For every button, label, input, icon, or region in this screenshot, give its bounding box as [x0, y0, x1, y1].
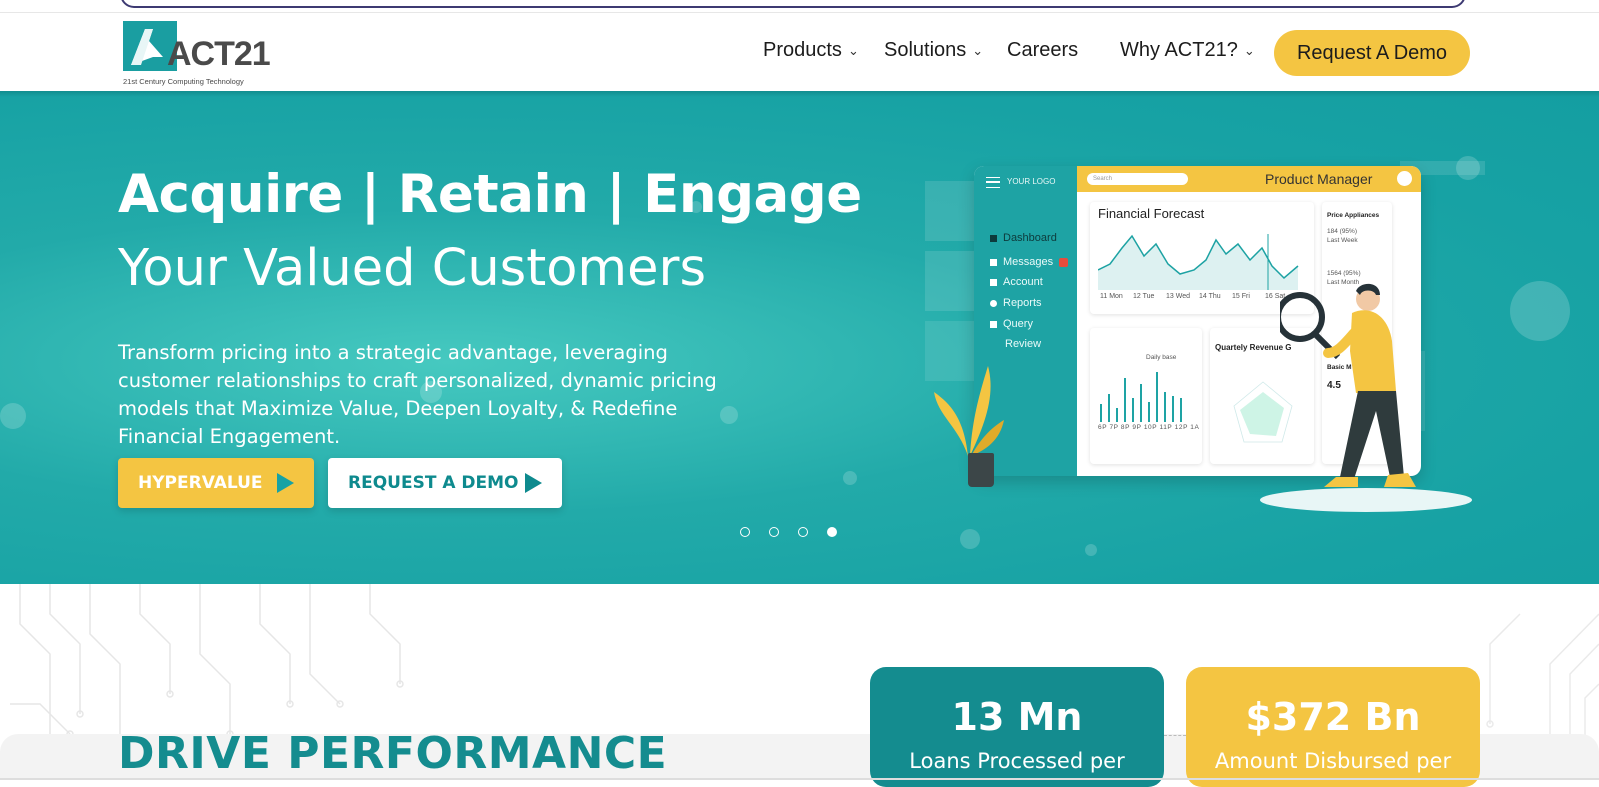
user-icon [990, 278, 997, 286]
price-row: 1564 (95%) [1327, 270, 1361, 277]
decor-bubble [0, 403, 26, 429]
decor-bubble [843, 471, 857, 485]
hero-top-shadow [0, 91, 1599, 97]
forecast-day: 11 Mon [1100, 293, 1123, 300]
nav-why-act21-label: Why ACT21? [1120, 39, 1238, 61]
nav-solutions[interactable]: Solutions ⌄ [884, 39, 983, 62]
person-magnifier-illustration [1280, 283, 1416, 487]
hero-subtitle: Your Valued Customers [118, 239, 707, 298]
forecast-day: 14 Thu [1199, 293, 1221, 300]
mock-menu-review: Review [1005, 338, 1041, 350]
hero-request-demo-button[interactable]: REQUEST A DEMO [328, 458, 562, 508]
forecast-title: Financial Forecast [1098, 206, 1205, 221]
stat-label: Amount Disbursed per [1214, 749, 1452, 773]
home-icon [990, 234, 997, 242]
stat-label: Loans Processed per [909, 749, 1125, 773]
forecast-day: 15 Fri [1232, 293, 1250, 300]
mock-menu-label: Dashboard [1003, 232, 1057, 244]
chevron-down-icon: ⌄ [972, 42, 984, 58]
forecast-day: 12 Tue [1133, 293, 1155, 300]
hero-title: Acquire | Retain | Engage [118, 164, 862, 225]
logo-tagline: 21st Century Computing Technology [123, 77, 244, 86]
mock-menu-label: Reports [1003, 297, 1042, 309]
request-demo-button[interactable]: Request A Demo [1274, 30, 1470, 76]
plant-illustration [934, 366, 1004, 456]
site-header: ACT21 21st Century Computing Technology … [0, 12, 1599, 92]
logo-word: ACT21 [167, 35, 271, 73]
daily-axis-labels: 6P 7P 8P 9P 10P 11P 12P 1A [1098, 424, 1199, 431]
hero-description: Transform pricing into a strategic advan… [118, 341, 717, 448]
nav-products-label: Products [763, 39, 842, 61]
nav-why-act21[interactable]: Why ACT21? ⌄ [1120, 39, 1255, 62]
mail-icon [990, 258, 997, 266]
forecast-day: 13 Wed [1166, 293, 1190, 300]
mock-role-title: Product Manager [1265, 171, 1373, 187]
stat-value: 13 Mn [951, 695, 1083, 739]
stat-value: $372 Bn [1245, 695, 1421, 739]
mock-menu-label: Account [1003, 276, 1043, 288]
play-icon [525, 473, 542, 493]
mock-menu-account: Account [990, 276, 1043, 288]
nav-solutions-label: Solutions [884, 39, 967, 61]
hero-banner: Acquire | Retain | Engage Your Valued Cu… [0, 91, 1599, 584]
forecast-line-chart [1098, 234, 1299, 290]
stat-card-loans: 13 Mn Loans Processed per [870, 667, 1164, 787]
chevron-down-icon: ⌄ [1243, 42, 1255, 58]
price-row: Last Week [1327, 237, 1358, 244]
daily-label: 11P [1159, 424, 1173, 431]
chevron-down-icon: ⌄ [847, 42, 859, 58]
daily-label: 10P [1143, 424, 1158, 431]
decor-bubble [1510, 281, 1570, 341]
top-strip [0, 0, 1599, 12]
plant-pot [968, 453, 994, 487]
daily-label: 9P [1132, 424, 1142, 431]
mock-menu-label: Messages [1003, 256, 1054, 268]
play-icon [277, 473, 294, 493]
mock-topbar: Search Product Manager [1077, 166, 1421, 192]
daily-label: 1A [1190, 424, 1200, 431]
daily-panel: Daily base 6P 7P 8P 9P 10P 11P 12P 1A [1090, 328, 1202, 464]
performance-section: DRIVE PERFORMANCE 13 Mn Loans Processed … [0, 584, 1599, 787]
carousel-dot-4[interactable] [827, 527, 837, 537]
question-icon [990, 320, 997, 328]
mock-search: Search [1087, 173, 1188, 185]
carousel-dots [740, 527, 837, 537]
price-title: Price Appliances [1327, 212, 1380, 219]
mock-menu-query: Query [990, 318, 1033, 330]
mock-menu-label: Review [1005, 338, 1042, 350]
mock-menu-messages: Messages [990, 256, 1069, 268]
daily-label: 7P [1109, 424, 1119, 431]
daily-bar-chart [1100, 372, 1182, 422]
mock-menu-reports: Reports [990, 297, 1042, 309]
top-frame-border [120, 0, 1466, 8]
act21-logo[interactable]: ACT21 21st Century Computing Technology [123, 21, 271, 86]
nav-careers-label: Careers [1007, 39, 1079, 61]
hamburger-icon [986, 177, 1000, 188]
notification-badge [1059, 257, 1069, 267]
nav-products[interactable]: Products ⌄ [763, 39, 859, 62]
stat-connector [1164, 735, 1186, 736]
daily-title: Daily base [1146, 354, 1177, 361]
hypervalue-button[interactable]: HYPERVALUE [118, 458, 314, 508]
mock-menu-dashboard: Dashboard [990, 232, 1057, 244]
price-row: 184 (95%) [1327, 228, 1357, 235]
avatar [1397, 171, 1412, 186]
decor-bubble [960, 529, 980, 549]
decor-bubble [1085, 544, 1097, 556]
pie-chart-icon [990, 299, 997, 307]
mock-menu-label: Query [1003, 318, 1033, 330]
mock-logo: YOUR LOGO [1007, 177, 1056, 186]
carousel-dot-2[interactable] [769, 527, 779, 537]
carousel-dot-1[interactable] [740, 527, 750, 537]
carousel-dot-3[interactable] [798, 527, 808, 537]
stat-card-disbursed: $372 Bn Amount Disbursed per [1186, 667, 1480, 787]
daily-label: 12P [1174, 424, 1188, 431]
hero-request-demo-label: REQUEST A DEMO [348, 473, 519, 493]
section-title: DRIVE PERFORMANCE [118, 728, 668, 779]
daily-label: 6P [1098, 424, 1108, 431]
nav-careers[interactable]: Careers [1007, 39, 1078, 62]
hypervalue-button-label: HYPERVALUE [138, 473, 263, 493]
daily-label: 8P [1120, 424, 1130, 431]
